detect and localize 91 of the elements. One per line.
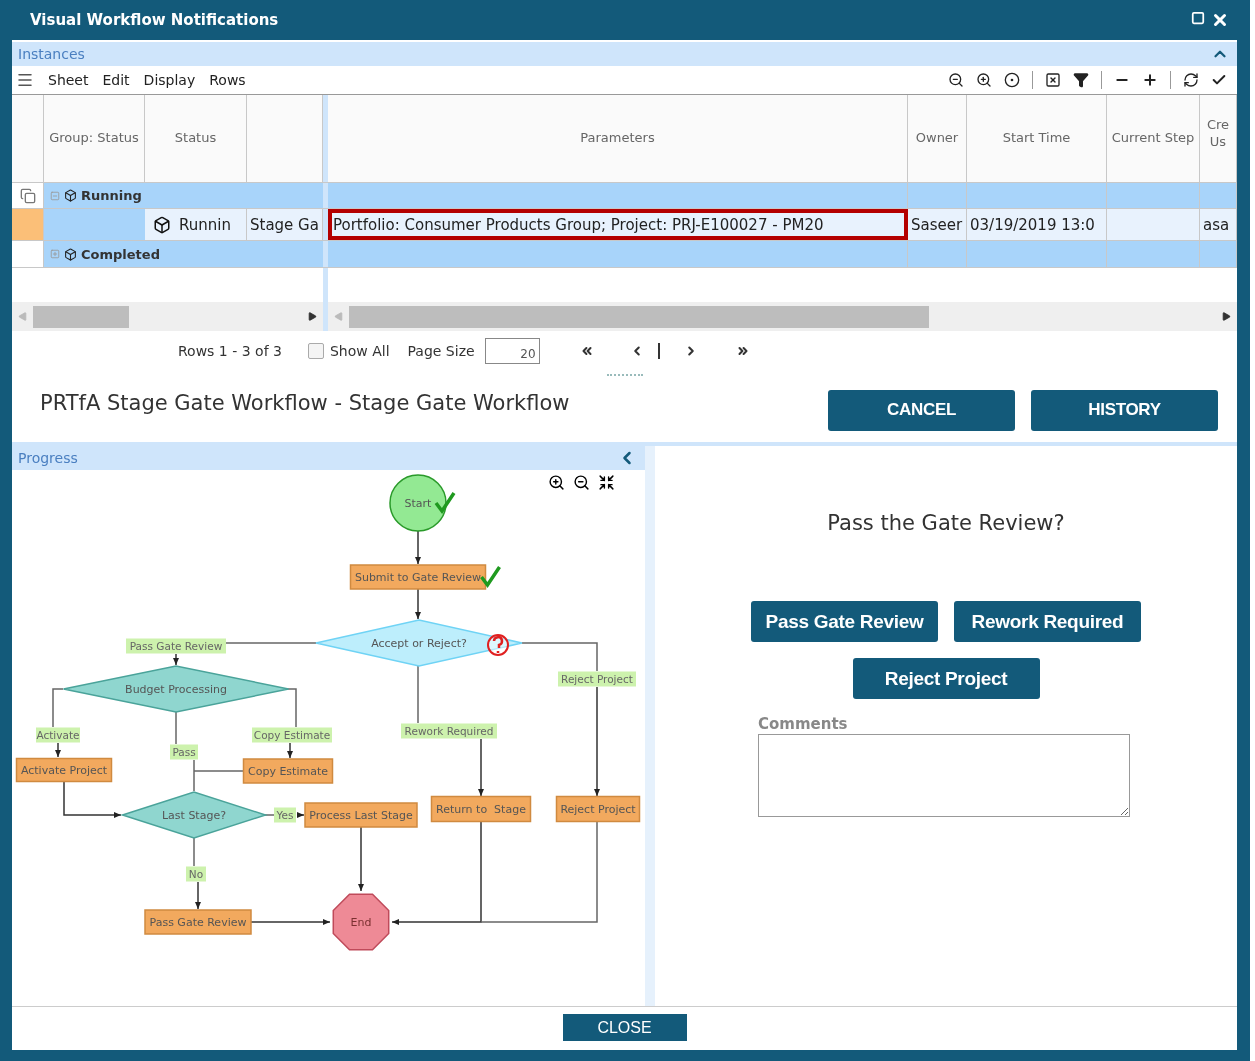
edge-label: Reject Project	[558, 671, 636, 687]
connector-line	[264, 814, 275, 816]
task-node: Reject Project	[555, 795, 641, 823]
start-node: Start	[389, 474, 447, 532]
edge-label: Pass Gate Review	[126, 638, 226, 654]
column-header[interactable]: Cre Us	[1200, 95, 1237, 182]
rows-count: Rows 1 - 3 of 3	[178, 342, 282, 359]
task-node: Process Last Stage	[304, 802, 418, 828]
column-header[interactable]: Status	[145, 95, 247, 182]
comments-label: Comments	[758, 715, 849, 733]
edge-label: Activate	[36, 727, 80, 743]
filter-icon[interactable]	[1073, 72, 1089, 88]
menu-item[interactable]: Display	[143, 72, 196, 88]
task-node: Pass Gate Review	[144, 909, 252, 935]
menu-item[interactable]: Edit	[102, 72, 130, 88]
decision-node: Accept or Reject?	[315, 619, 523, 667]
plus-icon[interactable]	[1142, 72, 1158, 88]
question-text: Pass the Gate Review?	[827, 511, 1065, 535]
task-node: Activate Project	[15, 757, 113, 783]
window-title: Visual Workflow Notifications	[30, 11, 279, 29]
menu-item[interactable]: Sheet	[48, 72, 89, 88]
column-header[interactable]: Start Time	[967, 95, 1107, 182]
decision-button[interactable]: Reject Project	[852, 658, 1040, 699]
connector-arrow	[55, 742, 61, 758]
scroll-right-icon[interactable]	[1222, 312, 1231, 321]
scrollbar-thumb[interactable]	[33, 305, 129, 328]
comments-field[interactable]	[758, 734, 1130, 817]
zoom-out-icon[interactable]	[573, 474, 590, 491]
decision-node: Last Stage?	[120, 791, 268, 839]
scrollbar-thumb[interactable]	[349, 305, 929, 328]
close-icon[interactable]	[1211, 11, 1229, 29]
page-size-label: Page Size	[407, 342, 475, 359]
connector-arrow	[415, 530, 421, 565]
task-node: Copy Estimate	[242, 758, 334, 784]
connector-line	[417, 665, 419, 724]
page-divider	[657, 342, 660, 359]
decision-button[interactable]: Rework Required	[954, 601, 1141, 642]
task-node: Submit to Gate Review	[349, 564, 487, 590]
group-label: Running	[81, 188, 142, 203]
column-header[interactable]: Group: Status	[44, 95, 145, 182]
end-node: End	[332, 893, 390, 951]
close-button[interactable]: CLOSE	[562, 1014, 687, 1041]
cube-icon	[64, 247, 77, 261]
decision-button[interactable]: Pass Gate Review	[751, 601, 938, 642]
menu-item[interactable]: Rows	[209, 72, 246, 88]
group-row[interactable]: Running	[12, 183, 1237, 209]
connector-line	[175, 711, 177, 745]
table-cell: Portfolio: Consumer Products Group; Project: PRJ-E100027 - PM20	[328, 209, 908, 240]
clear-icon[interactable]	[1045, 72, 1061, 88]
connector-arrow	[195, 881, 201, 910]
edge-label: Rework Required	[401, 723, 497, 739]
history-button[interactable]: HISTORY	[1031, 389, 1218, 431]
edge-label: Pass	[170, 744, 198, 760]
cube-icon	[64, 189, 77, 202]
connector-arrow	[173, 653, 179, 666]
panel-title: Instances	[18, 46, 85, 62]
zoom-in-icon[interactable]	[976, 72, 992, 88]
connector-line	[52, 688, 64, 728]
page-size-field[interactable]: 20	[484, 337, 540, 364]
task-node: Return to Stage	[430, 795, 532, 823]
edge-label: No	[186, 866, 206, 882]
column-header[interactable]: Owner	[908, 95, 967, 182]
edge-label: Copy Estimate	[252, 727, 332, 743]
copy-icon[interactable]	[19, 187, 36, 204]
connector-arrow	[287, 742, 293, 759]
status-text: Runnin	[179, 215, 231, 234]
connector-arrow	[478, 738, 484, 797]
connector-line	[193, 837, 195, 867]
target-icon[interactable]	[1004, 72, 1020, 88]
connector-arrow	[296, 812, 305, 818]
menu-icon[interactable]	[16, 71, 34, 89]
connector-arrow	[415, 588, 421, 620]
cube-icon	[153, 215, 171, 234]
scroll-right-icon[interactable]	[308, 312, 317, 321]
group-label: Completed	[81, 246, 160, 262]
column-header[interactable]: Parameters	[328, 95, 908, 182]
refresh-icon[interactable]	[1183, 72, 1199, 88]
panel-title: Progress	[18, 450, 78, 466]
fit-icon[interactable]	[598, 474, 615, 491]
zoom-in-icon[interactable]	[548, 474, 565, 491]
show-all-checkbox[interactable]: Show All	[307, 342, 390, 359]
column-header[interactable]: Current Step	[1107, 95, 1200, 182]
cancel-button[interactable]: CANCEL	[828, 389, 1015, 431]
edge-label: Yes	[274, 807, 296, 823]
decision-node: Budget Processing	[62, 665, 290, 713]
connector-arrow	[63, 781, 122, 818]
table-cell: asa	[1200, 209, 1237, 240]
connector-line	[287, 688, 297, 728]
zoom-out-icon[interactable]	[948, 72, 964, 88]
connector-arrow	[358, 826, 364, 892]
workflow-title: PRTfA Stage Gate Workflow - Stage Gate Workflow	[40, 391, 571, 415]
